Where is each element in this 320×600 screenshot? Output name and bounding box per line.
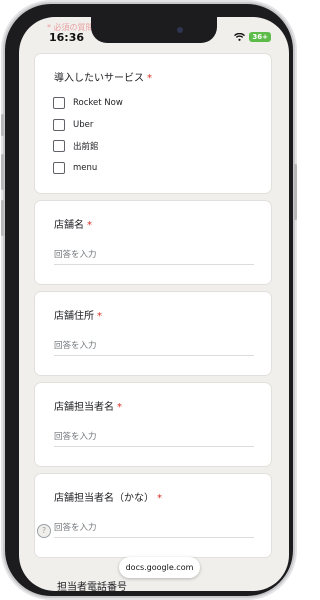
- question-card: 導入したいサービス * Rocket Now Uber 出前館 menu: [34, 53, 272, 194]
- question-card: 店舗担当者名（かな） * 回答を入力: [34, 473, 272, 558]
- question-label: 店舗住所: [54, 311, 94, 322]
- question-title: 店舗担当者名 *: [54, 398, 122, 413]
- required-mark: *: [87, 220, 92, 231]
- question-label: 店舗担当者名（かな）: [54, 493, 154, 504]
- side-button-right: [294, 164, 297, 220]
- question-title: 導入したいサービス *: [54, 69, 152, 84]
- checkbox-option[interactable]: Uber: [53, 119, 93, 131]
- checkbox-option[interactable]: Rocket Now: [53, 97, 123, 109]
- next-question-title: 担当者電話番号: [57, 578, 127, 591]
- question-label: 店舗名: [54, 220, 84, 231]
- option-label: 出前館: [73, 142, 99, 152]
- option-label: Rocket Now: [73, 98, 123, 108]
- help-icon[interactable]: ?: [37, 524, 51, 538]
- question-title: 店舗住所 *: [54, 307, 102, 322]
- checkbox[interactable]: [53, 119, 65, 131]
- status-time: 16:36: [49, 31, 85, 44]
- url-bar[interactable]: docs.google.com: [119, 557, 200, 578]
- required-mark: *: [157, 493, 162, 504]
- answer-input[interactable]: 回答を入力: [54, 339, 254, 356]
- question-card: 店舗担当者名 * 回答を入力: [34, 382, 272, 467]
- answer-input[interactable]: 回答を入力: [54, 248, 254, 265]
- side-button-left: [1, 154, 4, 190]
- option-label: Uber: [73, 120, 94, 130]
- answer-input[interactable]: 回答を入力: [54, 521, 254, 538]
- question-title: 店舗担当者名（かな） *: [54, 489, 162, 504]
- required-mark: *: [147, 73, 152, 84]
- question-card: 店舗名 * 回答を入力: [34, 200, 272, 285]
- notch: [91, 17, 217, 43]
- option-label: menu: [73, 163, 98, 173]
- question-label: 店舗担当者名: [54, 402, 114, 413]
- screen: * 必須の質問 16:36 36+ 導入したいサービス* Rocket Now: [19, 17, 289, 591]
- battery-indicator: 36+: [249, 32, 271, 42]
- required-mark: *: [97, 311, 102, 322]
- checkbox-option[interactable]: menu: [53, 162, 97, 174]
- wifi-icon: [234, 33, 246, 41]
- question-label: 担当者電話番号: [57, 582, 127, 591]
- side-button-left: [1, 114, 4, 136]
- required-mark: *: [117, 402, 122, 413]
- camera-icon: [177, 27, 183, 33]
- phone-frame: * 必須の質問 16:36 36+ 導入したいサービス* Rocket Now: [1, 4, 297, 596]
- status-icons: 36+: [234, 32, 271, 42]
- answer-input[interactable]: 回答を入力: [54, 430, 254, 447]
- checkbox[interactable]: [53, 162, 65, 174]
- question-card: 店舗住所 * 回答を入力: [34, 291, 272, 376]
- checkbox[interactable]: [53, 97, 65, 109]
- checkbox-option[interactable]: 出前館: [53, 140, 99, 152]
- question-title: 店舗名 *: [54, 216, 92, 231]
- side-button-left: [1, 200, 4, 236]
- question-label: 導入したいサービス: [54, 73, 144, 84]
- checkbox[interactable]: [53, 140, 65, 152]
